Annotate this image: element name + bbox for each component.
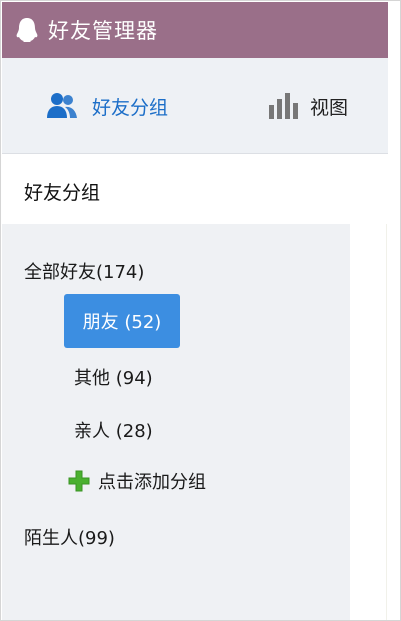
view-button[interactable]: 视图 bbox=[266, 88, 348, 124]
friend-manager-window: 好友管理器 好友分组 视图 好友分组 全部好友(174) 朋友 (52) 其他 … bbox=[0, 0, 401, 621]
content-area bbox=[350, 224, 388, 620]
title-bar: 好友管理器 bbox=[2, 2, 388, 58]
friends-group-label: 好友分组 bbox=[92, 96, 169, 119]
add-group-label: 点击添加分组 bbox=[98, 472, 206, 493]
window-right-margin bbox=[388, 2, 400, 620]
divider bbox=[386, 224, 387, 620]
toolbar: 好友分组 视图 bbox=[2, 58, 388, 154]
group-item-friends[interactable]: 朋友 (52) bbox=[64, 294, 180, 348]
section-title: 好友分组 bbox=[24, 182, 101, 204]
group-item-family[interactable]: 亲人 (28) bbox=[74, 417, 153, 443]
group-list: 全部好友(174) 朋友 (52) 其他 (94) 亲人 (28) 点击添加分组… bbox=[2, 224, 350, 620]
plus-icon bbox=[68, 470, 90, 492]
view-label: 视图 bbox=[310, 96, 349, 119]
bar-chart-icon bbox=[266, 91, 300, 121]
window-title: 好友管理器 bbox=[48, 19, 158, 43]
users-icon bbox=[46, 91, 80, 121]
add-group-button[interactable]: 点击添加分组 bbox=[68, 468, 206, 494]
penguin-icon bbox=[16, 17, 38, 43]
section-header: 好友分组 bbox=[2, 154, 388, 224]
friends-group-button[interactable]: 好友分组 bbox=[46, 88, 168, 124]
group-item-strangers[interactable]: 陌生人(99) bbox=[24, 524, 115, 550]
group-item-other[interactable]: 其他 (94) bbox=[74, 364, 153, 390]
group-item-all-friends[interactable]: 全部好友(174) bbox=[24, 258, 144, 284]
